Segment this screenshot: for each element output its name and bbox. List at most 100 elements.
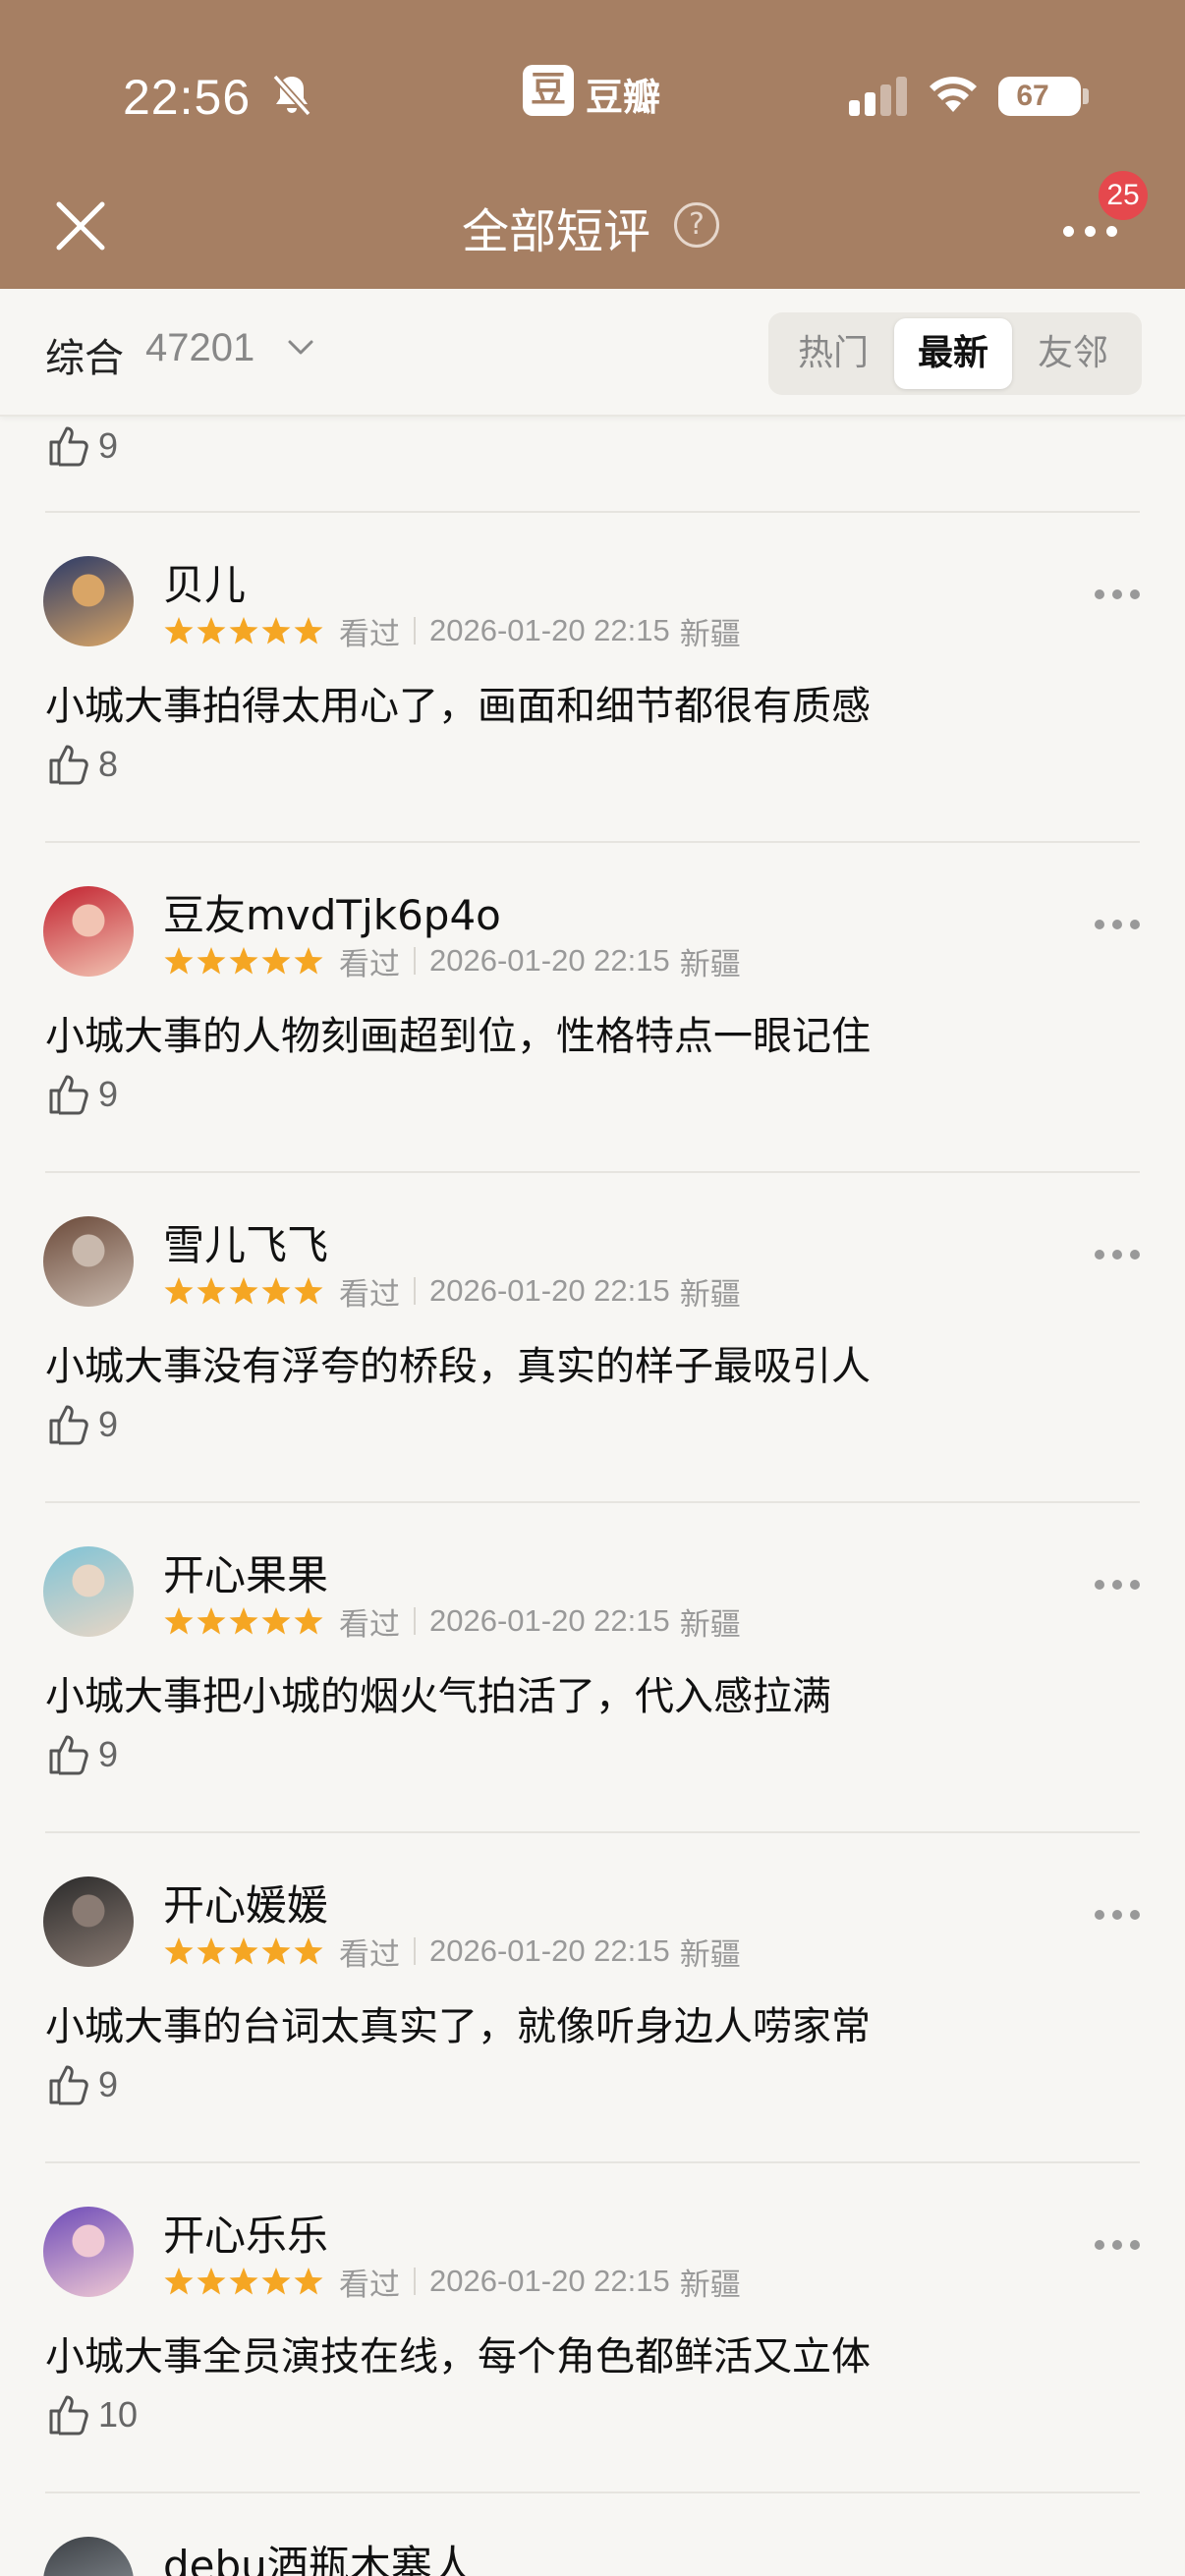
- avatar[interactable]: [43, 1546, 134, 1637]
- review-item-partial[interactable]: debu酒瓶木塞人: [0, 2493, 1185, 2576]
- tab-friends[interactable]: 友邻: [1014, 318, 1132, 389]
- tab-hot[interactable]: 热门: [774, 318, 892, 389]
- meta-separator: [414, 1607, 416, 1635]
- review-item[interactable]: 开心果果 看过 2026-01-20 22:15 新疆 小城大事把小城的烟火气拍…: [0, 1503, 1185, 1833]
- watch-status: 看过: [339, 1936, 400, 1973]
- star-icon: [197, 1277, 226, 1305]
- like-count: 8: [98, 744, 119, 784]
- username[interactable]: 开心媛媛: [163, 1873, 328, 1932]
- chevron-down-icon[interactable]: [287, 338, 314, 358]
- star-icon: [294, 947, 323, 975]
- like-button[interactable]: 9: [45, 419, 118, 474]
- review-date: 2026-01-20 22:15: [429, 1603, 670, 1638]
- username[interactable]: debu酒瓶木塞人: [163, 2533, 474, 2576]
- more-dot: [1085, 226, 1096, 237]
- dot: [1095, 1910, 1104, 1920]
- review-meta: 看过 2026-01-20 22:15 新疆: [163, 1271, 741, 1313]
- review-text[interactable]: 小城大事没有浮夸的桥段，真实的样子最吸引人: [45, 1334, 871, 1391]
- username[interactable]: 贝儿: [163, 552, 246, 612]
- watch-status: 看过: [339, 1606, 400, 1643]
- status-time: 22:56: [123, 70, 252, 125]
- review-location: 新疆: [679, 946, 741, 982]
- star-icon: [164, 947, 194, 975]
- more-options-icon[interactable]: [1095, 2240, 1140, 2252]
- like-button[interactable]: 10: [45, 2387, 138, 2442]
- avatar[interactable]: [43, 1216, 134, 1307]
- review-item[interactable]: 贝儿 看过 2026-01-20 22:15 新疆 小城大事拍得太用心了，画面和…: [0, 513, 1185, 843]
- review-location: 新疆: [679, 1936, 741, 1973]
- avatar[interactable]: [43, 556, 134, 646]
- star-icon: [197, 947, 226, 975]
- meta-separator: [414, 2268, 416, 2295]
- star-icon: [164, 2268, 194, 2295]
- review-item[interactable]: 开心媛媛 看过 2026-01-20 22:15 新疆 小城大事的台词太真实了，…: [0, 1833, 1185, 2163]
- thumb-up-icon: [49, 745, 88, 785]
- more-options-icon[interactable]: [1095, 589, 1140, 601]
- review-text[interactable]: 小城大事拍得太用心了，画面和细节都很有质感: [45, 674, 871, 731]
- dot: [1112, 589, 1122, 599]
- rating-stars: [163, 2266, 325, 2297]
- star-icon: [164, 1937, 194, 1965]
- more-options-icon[interactable]: [1095, 920, 1140, 931]
- thumb-up-icon: [49, 1735, 88, 1775]
- signal-icon: [849, 77, 907, 116]
- help-icon[interactable]: ?: [674, 202, 719, 248]
- nav-bar: 全部短评 ? 25: [0, 171, 1185, 289]
- dot: [1095, 1580, 1104, 1590]
- dot: [1112, 920, 1122, 929]
- page-title: 全部短评: [462, 204, 651, 259]
- avatar[interactable]: [43, 2207, 134, 2297]
- star-icon: [197, 1607, 226, 1635]
- bell-off-icon: [272, 74, 311, 117]
- review-text[interactable]: 小城大事的人物刻画超到位，性格特点一眼记住: [45, 1004, 871, 1061]
- dot: [1112, 1250, 1122, 1260]
- more-options-icon[interactable]: [1095, 1910, 1140, 1922]
- like-button[interactable]: 9: [45, 1067, 118, 1122]
- review-item[interactable]: 雪儿飞飞 看过 2026-01-20 22:15 新疆 小城大事没有浮夸的桥段，…: [0, 1173, 1185, 1503]
- username[interactable]: 雪儿飞飞: [163, 1212, 328, 1272]
- more-dot: [1063, 226, 1074, 237]
- thumb-up-icon: [49, 426, 88, 467]
- avatar[interactable]: [43, 2537, 134, 2576]
- watch-status: 看过: [339, 946, 400, 982]
- like-button[interactable]: 9: [45, 1397, 118, 1452]
- star-icon: [261, 947, 291, 975]
- battery-level: 67: [1016, 80, 1049, 112]
- username[interactable]: 开心果果: [163, 1542, 328, 1602]
- review-text[interactable]: 小城大事的台词太真实了，就像听身边人唠家常: [45, 1994, 871, 2051]
- close-icon[interactable]: [51, 196, 110, 255]
- more-button[interactable]: [1061, 216, 1130, 246]
- review-item[interactable]: 开心乐乐 看过 2026-01-20 22:15 新疆 小城大事全员演技在线，每…: [0, 2163, 1185, 2493]
- thumb-up-icon: [49, 1405, 88, 1445]
- review-text[interactable]: 小城大事全员演技在线，每个角色都鲜活又立体: [45, 2324, 871, 2381]
- avatar[interactable]: [43, 1876, 134, 1967]
- dot: [1095, 1250, 1104, 1260]
- review-item[interactable]: 豆友mvdTjk6p4o 看过 2026-01-20 22:15 新疆 小城大事…: [0, 843, 1185, 1173]
- avatar[interactable]: [43, 886, 134, 977]
- battery-cap: [1083, 88, 1089, 104]
- star-icon: [229, 947, 258, 975]
- dot: [1095, 2240, 1104, 2250]
- wifi-icon: [930, 77, 977, 112]
- watch-status: 看过: [339, 2267, 400, 2303]
- thumb-up-icon: [49, 1075, 88, 1115]
- star-icon: [261, 617, 291, 644]
- status-bar: 22:56 豆 豆瓣 67: [0, 0, 1185, 177]
- star-icon: [261, 1607, 291, 1635]
- review-text[interactable]: 小城大事把小城的烟火气拍活了，代入感拉满: [45, 1664, 831, 1721]
- username[interactable]: 豆友mvdTjk6p4o: [163, 882, 501, 942]
- review-count[interactable]: 47201: [145, 326, 254, 370]
- review-meta: 看过 2026-01-20 22:15 新疆: [163, 611, 741, 652]
- like-button[interactable]: 8: [45, 737, 118, 792]
- tab-latest[interactable]: 最新: [894, 318, 1012, 389]
- review-date: 2026-01-20 22:15: [429, 1273, 670, 1308]
- more-options-icon[interactable]: [1095, 1580, 1140, 1592]
- review-list[interactable]: 9 贝儿 看过 2026-01-20 22:15 新疆 小城大事拍得太用心了，画…: [0, 417, 1185, 2576]
- like-button[interactable]: 9: [45, 2057, 118, 2112]
- star-icon: [294, 1277, 323, 1305]
- thumb-up-icon: [49, 2395, 88, 2436]
- username[interactable]: 开心乐乐: [163, 2203, 328, 2263]
- sort-dropdown-label[interactable]: 综合: [45, 326, 124, 383]
- like-button[interactable]: 9: [45, 1727, 118, 1782]
- more-options-icon[interactable]: [1095, 1250, 1140, 1261]
